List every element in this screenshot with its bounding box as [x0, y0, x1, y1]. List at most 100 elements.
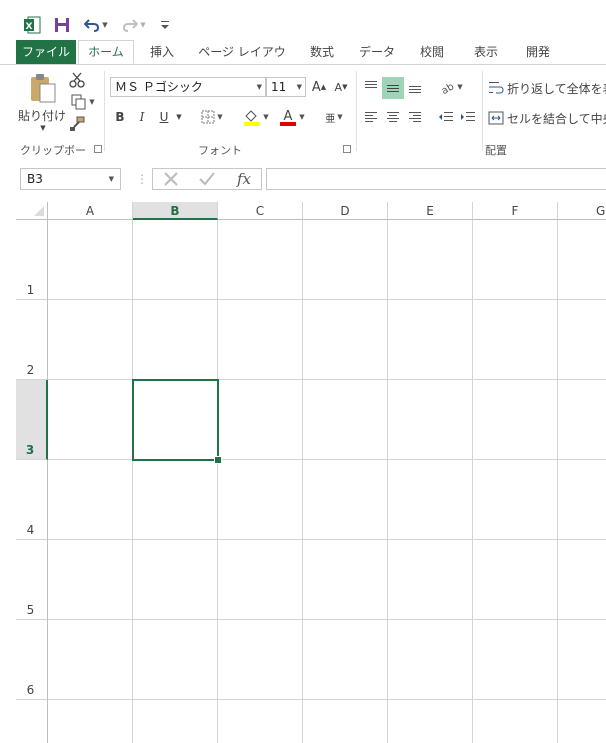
- undo-dropdown-icon[interactable]: ▼: [102, 21, 107, 29]
- merge-center-button[interactable]: セルを結合して中央: [488, 107, 606, 129]
- column-header-e[interactable]: E: [388, 202, 473, 220]
- borders-icon[interactable]: ▼: [194, 107, 230, 127]
- tab-home[interactable]: ホーム: [78, 40, 134, 64]
- gridline: [48, 539, 606, 540]
- ribbon-home: 貼り付け ▼ ▼ クリップボード ＭＳ Ｐゴシック▼ 11▼ A▲ A▼ B I…: [0, 65, 606, 173]
- paste-dropdown-icon[interactable]: ▼: [38, 123, 48, 133]
- middle-align-icon[interactable]: [382, 77, 404, 99]
- clipboard-launcher-icon[interactable]: [94, 145, 102, 153]
- tab-review[interactable]: 校閲: [410, 40, 454, 64]
- row-number: 1: [26, 283, 35, 297]
- tab-insert[interactable]: 挿入: [140, 40, 184, 64]
- font-size-select[interactable]: 11 ▼: [266, 77, 306, 97]
- gridline: [48, 619, 606, 620]
- row-header-6[interactable]: 6: [16, 620, 48, 700]
- cancel-icon[interactable]: [159, 169, 183, 189]
- wrap-text-button[interactable]: 折り返して全体を表: [488, 77, 606, 99]
- merge-center-icon: [488, 111, 504, 125]
- decrease-indent-icon[interactable]: [436, 107, 456, 127]
- enter-icon[interactable]: [195, 169, 219, 189]
- row-header-1[interactable]: 1: [16, 220, 48, 300]
- formula-input[interactable]: [266, 168, 606, 190]
- row-number: 5: [26, 603, 35, 617]
- column-header-a[interactable]: A: [48, 202, 133, 220]
- tab-file[interactable]: ファイル: [16, 40, 76, 64]
- underline-dropdown-icon[interactable]: ▼: [174, 107, 184, 127]
- tab-developer[interactable]: 開発: [516, 40, 560, 64]
- excel-logo-icon: X: [22, 14, 42, 36]
- orientation-icon[interactable]: ab ▼: [436, 77, 466, 97]
- group-separator: [104, 71, 105, 151]
- font-group-label: フォント: [198, 144, 242, 157]
- phonetic-guide-icon[interactable]: 亜 ▼: [318, 107, 350, 127]
- row-header-2[interactable]: 2: [16, 300, 48, 380]
- grow-font-icon[interactable]: A ▲: [310, 77, 328, 97]
- gridline: [48, 299, 606, 300]
- font-color-icon[interactable]: A ▼: [276, 107, 308, 127]
- ribbon-tabs: ファイル ホーム 挿入 ページ レイアウト 数式 データ 校閲 表示 開発: [0, 40, 606, 83]
- align-left-icon[interactable]: [362, 107, 380, 127]
- row-header-7[interactable]: [16, 700, 48, 743]
- row-number: 6: [26, 683, 35, 697]
- redo-icon[interactable]: ▼: [120, 14, 148, 36]
- formula-bar-grip-icon: ⋮: [136, 172, 148, 186]
- gridline: [48, 699, 606, 700]
- select-all-button[interactable]: [16, 202, 48, 220]
- bottom-align-icon[interactable]: [406, 77, 424, 97]
- wrap-text-label: 折り返して全体を表: [507, 81, 606, 96]
- tab-view[interactable]: 表示: [464, 40, 508, 64]
- column-header-f[interactable]: F: [473, 202, 558, 220]
- row-header-5[interactable]: 5: [16, 540, 48, 620]
- group-separator: [356, 71, 357, 151]
- increase-indent-icon[interactable]: [458, 107, 478, 127]
- save-icon[interactable]: [52, 14, 72, 36]
- column-header-d[interactable]: D: [303, 202, 388, 220]
- align-right-icon[interactable]: [406, 107, 424, 127]
- column-header-c[interactable]: C: [218, 202, 303, 220]
- row-header-3[interactable]: 3: [16, 380, 48, 460]
- tab-data[interactable]: データ: [354, 40, 400, 64]
- quick-access-toolbar: X ▼ ▼: [0, 0, 606, 40]
- font-name-value: ＭＳ Ｐゴシック: [115, 80, 203, 94]
- tab-formulas[interactable]: 数式: [300, 40, 344, 64]
- underline-button[interactable]: U: [156, 107, 172, 127]
- customize-qat-icon[interactable]: [158, 14, 172, 36]
- font-size-value: 11: [271, 80, 287, 94]
- bold-button[interactable]: B: [112, 107, 128, 127]
- fill-handle[interactable]: [214, 456, 222, 464]
- worksheet-grid: A B C D E F G 1 2 3 4 5 6: [0, 202, 606, 743]
- row-header-4[interactable]: 4: [16, 460, 48, 540]
- insert-function-button[interactable]: fx: [231, 169, 257, 189]
- row-number: 2: [26, 363, 35, 377]
- top-align-icon[interactable]: [362, 77, 380, 97]
- column-header-b[interactable]: B: [133, 202, 218, 220]
- redo-dropdown-icon[interactable]: ▼: [140, 21, 145, 29]
- alignment-group-label: 配置: [485, 144, 507, 157]
- column-header-g[interactable]: G: [558, 202, 606, 220]
- cut-icon[interactable]: [68, 71, 86, 89]
- active-cell-b3[interactable]: [132, 379, 219, 461]
- copy-icon[interactable]: ▼: [68, 93, 98, 111]
- svg-text:A: A: [284, 109, 293, 124]
- font-launcher-icon[interactable]: [343, 145, 351, 153]
- paste-icon[interactable]: [28, 71, 58, 105]
- formula-bar: B3 ▼ ⋮ fx: [0, 158, 606, 202]
- name-box[interactable]: B3 ▼: [20, 168, 121, 190]
- svg-text:X: X: [26, 22, 33, 32]
- format-painter-icon[interactable]: [68, 115, 86, 133]
- name-box-value: B3: [27, 172, 43, 186]
- undo-icon[interactable]: ▼: [82, 14, 110, 36]
- fill-color-icon[interactable]: ▼: [240, 107, 272, 127]
- formula-buttons: fx: [152, 168, 262, 190]
- shrink-font-icon[interactable]: A ▼: [332, 77, 350, 97]
- row-number: 4: [26, 523, 35, 537]
- align-center-icon[interactable]: [384, 107, 402, 127]
- tab-page-layout[interactable]: ページ レイアウト: [196, 40, 288, 83]
- font-name-select[interactable]: ＭＳ Ｐゴシック ▼: [110, 77, 266, 97]
- merge-center-label: セルを結合して中央: [507, 111, 606, 126]
- svg-text:ab: ab: [440, 81, 455, 94]
- row-number: 3: [25, 443, 35, 457]
- paste-button[interactable]: 貼り付け: [18, 107, 66, 123]
- italic-button[interactable]: I: [134, 107, 150, 127]
- wrap-text-icon: [488, 81, 504, 95]
